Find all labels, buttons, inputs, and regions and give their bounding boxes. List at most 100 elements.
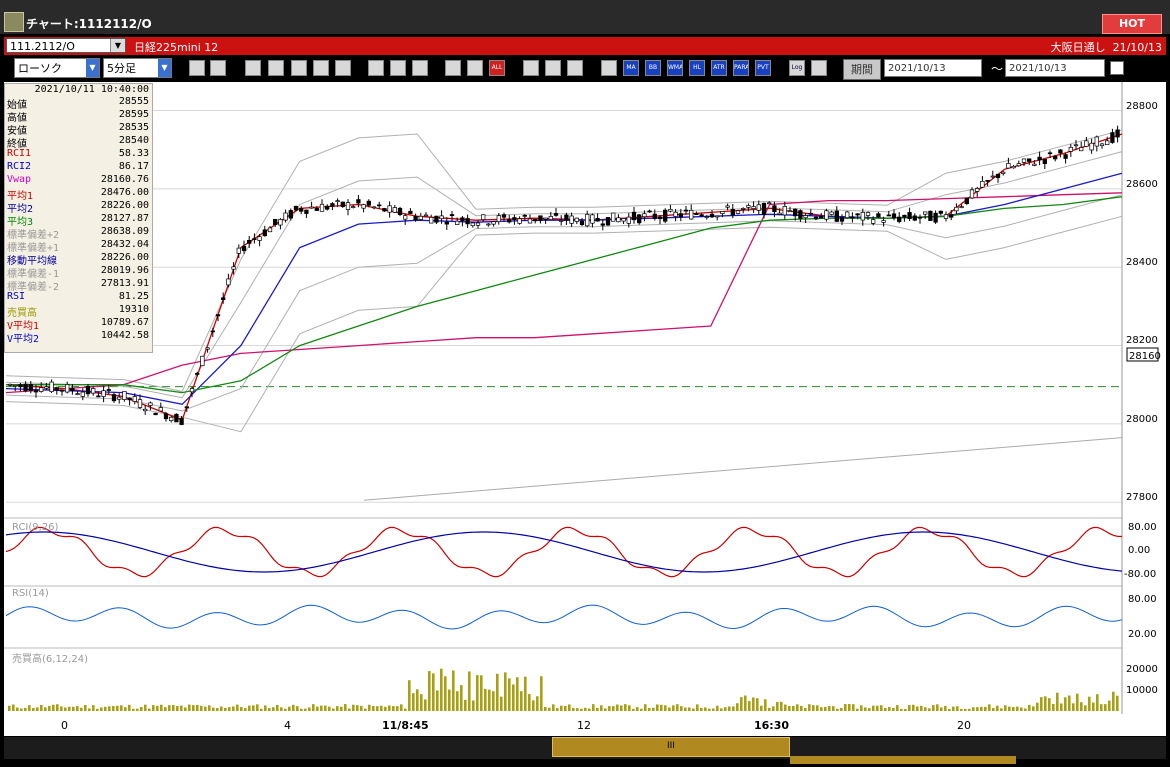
candle-body xyxy=(933,212,938,223)
wma-button[interactable]: WMA xyxy=(667,60,683,76)
atr-button[interactable]: ATR xyxy=(711,60,727,76)
volume-bar xyxy=(1076,693,1079,711)
volume-bar xyxy=(264,705,267,711)
volume-bar xyxy=(156,705,159,711)
rci-panel-label: RCI(9,26) xyxy=(12,522,59,533)
volume-bar xyxy=(904,708,907,711)
candle-body xyxy=(954,206,959,212)
para-button[interactable]: PARA xyxy=(733,60,749,76)
candle-body xyxy=(408,210,413,214)
volume-bar xyxy=(172,705,175,711)
indicator-icon[interactable] xyxy=(601,60,617,76)
volume-bar xyxy=(532,700,535,711)
search-chart-icon[interactable] xyxy=(268,60,284,76)
info-row: 標準偏差-1 28019.96 xyxy=(5,265,152,280)
price-tick: 28000 xyxy=(1126,414,1158,425)
candle-body xyxy=(174,413,179,423)
ma-button[interactable]: MA xyxy=(623,60,639,76)
rci-slow-line xyxy=(5,531,1123,573)
volume-bar xyxy=(288,706,291,711)
chevron-down-icon[interactable]: ▼ xyxy=(158,59,171,77)
volume-bar xyxy=(364,708,367,711)
volume-bar xyxy=(836,708,839,711)
chevron-down-icon[interactable]: ▼ xyxy=(110,39,125,52)
candle-pair-icon[interactable] xyxy=(467,60,483,76)
volume-bar xyxy=(504,672,507,711)
chart-canvas[interactable]: 28800 28600 28400 28200 28000 27800 2816… xyxy=(4,82,1166,714)
export-icon[interactable] xyxy=(811,60,827,76)
volume-bar xyxy=(340,706,343,711)
candle-body xyxy=(1068,146,1073,152)
settings-icon[interactable] xyxy=(523,60,539,76)
period-checkbox[interactable] xyxy=(1110,61,1124,75)
volume-bar xyxy=(300,708,303,711)
crosshair-icon[interactable] xyxy=(210,60,226,76)
chart-area[interactable]: 28800 28600 28400 28200 28000 27800 2816… xyxy=(4,82,1166,714)
ohlc-info-panel: 2021/10/11 10:40:00 始値 28555 高値 28595 安値 2853… xyxy=(4,83,153,353)
candle-body xyxy=(195,373,200,375)
period-button[interactable]: 期間 xyxy=(843,59,881,80)
log-button[interactable]: Log xyxy=(789,60,805,76)
date-from-input[interactable]: 2021/10/13 xyxy=(884,59,982,77)
candle-body xyxy=(236,247,241,254)
time-axis: 0 4 11/8:45 12 16:30 20 xyxy=(4,714,1166,736)
price-tick: 28200 xyxy=(1126,335,1158,346)
bb-button[interactable]: BB xyxy=(645,60,661,76)
volume-bar xyxy=(368,704,371,711)
candle-body xyxy=(486,223,491,226)
rci-fast-line xyxy=(5,526,1123,578)
candle-body xyxy=(959,206,964,208)
candle-body xyxy=(522,214,527,217)
candle-body xyxy=(683,209,689,212)
volume-bar xyxy=(380,705,383,711)
candle-body xyxy=(75,393,80,395)
candle-body xyxy=(413,216,418,221)
volume-bar xyxy=(756,698,759,711)
volume-bar xyxy=(604,708,607,711)
candle-body xyxy=(106,389,111,391)
candle-icon[interactable] xyxy=(445,60,461,76)
interval-select[interactable]: 5分足 ▼ xyxy=(103,58,172,78)
info-icon[interactable] xyxy=(335,60,351,76)
candle-body xyxy=(392,207,397,213)
candle-body xyxy=(387,205,392,213)
split-icon[interactable] xyxy=(313,60,329,76)
current-price-label: 28160 xyxy=(1129,351,1161,362)
zoom-icon[interactable] xyxy=(189,60,205,76)
hot-button[interactable]: HOT xyxy=(1102,14,1162,34)
candle-body xyxy=(455,220,460,225)
candle-body xyxy=(345,202,351,210)
cursor-icon[interactable] xyxy=(390,60,406,76)
undo-icon[interactable] xyxy=(412,60,428,76)
symbol-code-select[interactable]: 111.2112/O ▼ xyxy=(6,38,126,53)
volume-bar xyxy=(1096,694,1099,711)
draw-down-icon[interactable] xyxy=(245,60,261,76)
volume-bar xyxy=(980,706,983,711)
series-line-平均3 xyxy=(6,196,1123,394)
volume-bar xyxy=(568,704,571,711)
time-label: 16:30 xyxy=(754,719,789,732)
volume-bar xyxy=(56,704,59,711)
volume-bar xyxy=(1056,692,1059,711)
candle-body xyxy=(891,213,897,219)
candle-body xyxy=(860,212,865,221)
candle-body xyxy=(678,213,683,218)
show-all-button[interactable]: ALL xyxy=(489,60,505,76)
chevron-down-icon[interactable]: ▼ xyxy=(86,59,99,77)
date-to-input[interactable]: 2021/10/13 xyxy=(1005,59,1105,77)
volume-bar xyxy=(792,705,795,711)
volume-bar xyxy=(520,691,523,711)
chart-type-select[interactable]: ローソク ▼ xyxy=(14,58,100,78)
price-tick: 28600 xyxy=(1126,179,1158,190)
volume-tick: 20000 xyxy=(1126,664,1158,675)
pvt-button[interactable]: PVT xyxy=(755,60,771,76)
bar-chart-icon[interactable] xyxy=(291,60,307,76)
hl-button[interactable]: HL xyxy=(689,60,705,76)
candle-body xyxy=(1094,136,1099,147)
candle-body xyxy=(735,210,741,214)
color-palette-icon[interactable] xyxy=(567,60,583,76)
wrench-icon[interactable] xyxy=(545,60,561,76)
lower-band-1 xyxy=(5,194,1123,412)
candle-body xyxy=(70,388,75,392)
pen-icon[interactable] xyxy=(368,60,384,76)
